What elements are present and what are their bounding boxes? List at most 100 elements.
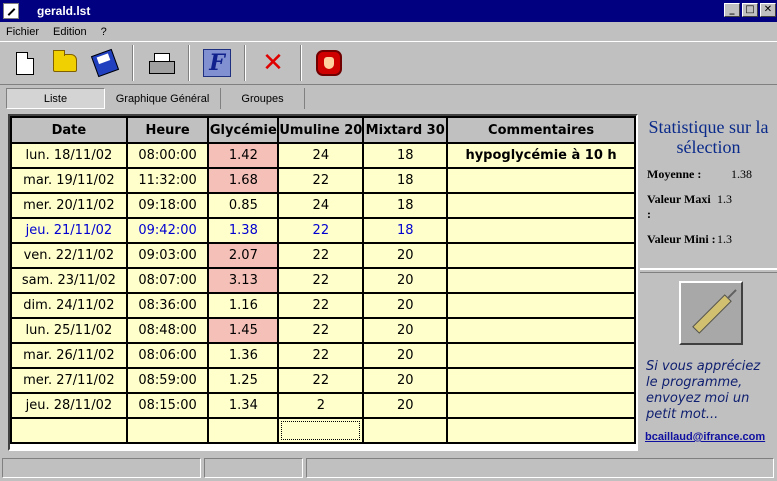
cell-mixtard[interactable]: 20 [362, 392, 449, 419]
close-button[interactable]: ✕ [760, 3, 776, 17]
cell-heure[interactable]: 09:18:00 [125, 192, 210, 219]
cell-heure[interactable]: 08:06:00 [125, 342, 210, 369]
cell-commentaires[interactable] [446, 317, 636, 344]
cell-mixtard[interactable]: 18 [362, 142, 449, 169]
cell-heure[interactable]: 09:03:00 [125, 242, 210, 269]
cell-mixtard[interactable]: 20 [362, 317, 449, 344]
column-header-mixtard[interactable]: Mixtard 30 [362, 116, 449, 144]
cell-mixtard[interactable]: 20 [362, 242, 449, 269]
table-row[interactable]: ven. 22/11/02 09:03:00 2.07 22 20 [10, 242, 636, 269]
table-row[interactable]: mar. 26/11/02 08:06:00 1.36 22 20 [10, 342, 636, 369]
cell-glycemie[interactable] [207, 417, 280, 444]
table-row[interactable]: mar. 19/11/02 11:32:00 1.68 22 18 [10, 167, 636, 194]
app-icon[interactable] [3, 3, 19, 19]
data-grid[interactable]: Date Heure Glycémie Umuline 20 Mixtard 3… [8, 114, 638, 451]
table-row[interactable]: sam. 23/11/02 08:07:00 3.13 22 20 [10, 267, 636, 294]
table-row[interactable]: mer. 27/11/02 08:59:00 1.25 22 20 [10, 367, 636, 394]
cell-mixtard[interactable]: 20 [362, 342, 449, 369]
menu-fichier[interactable]: Fichier [4, 26, 41, 38]
cell-glycemie[interactable]: 1.45 [207, 317, 280, 344]
cell-date[interactable]: jeu. 21/11/02 [10, 217, 128, 244]
table-row[interactable]: dim. 24/11/02 08:36:00 1.16 22 20 [10, 292, 636, 319]
cell-commentaires[interactable]: hypoglycémie à 10 h [446, 142, 636, 169]
save-file-button[interactable] [88, 46, 122, 80]
cell-heure[interactable]: 11:32:00 [125, 167, 210, 194]
tab-liste[interactable]: Liste [6, 88, 105, 109]
cell-date[interactable]: mer. 27/11/02 [10, 367, 128, 394]
cell-commentaires[interactable] [446, 367, 636, 394]
cell-glycemie[interactable]: 0.85 [207, 192, 280, 219]
cell-umuline[interactable]: 22 [277, 267, 365, 294]
cell-commentaires[interactable] [446, 192, 636, 219]
column-header-date[interactable]: Date [10, 116, 128, 144]
cell-commentaires[interactable] [446, 242, 636, 269]
cell-umuline[interactable] [277, 417, 365, 444]
cell-umuline[interactable]: 22 [277, 317, 365, 344]
cell-glycemie[interactable]: 2.07 [207, 242, 280, 269]
table-row[interactable]: mer. 20/11/02 09:18:00 0.85 24 18 [10, 192, 636, 219]
quit-button[interactable] [312, 46, 346, 80]
cell-commentaires[interactable] [446, 267, 636, 294]
cell-umuline[interactable]: 22 [277, 167, 365, 194]
delete-button[interactable]: ✕ [256, 46, 290, 80]
cell-mixtard[interactable]: 18 [362, 217, 449, 244]
maximize-button[interactable]: □ [742, 3, 758, 17]
column-header-glycemie[interactable]: Glycémie [207, 116, 280, 144]
cell-umuline[interactable]: 22 [277, 217, 365, 244]
menu-edition[interactable]: Edition [51, 26, 89, 38]
table-row[interactable]: jeu. 21/11/02 09:42:00 1.38 22 18 [10, 217, 636, 244]
cell-date[interactable]: dim. 24/11/02 [10, 292, 128, 319]
cell-date[interactable]: mar. 19/11/02 [10, 167, 128, 194]
cell-commentaires[interactable] [446, 167, 636, 194]
cell-commentaires[interactable] [446, 217, 636, 244]
tab-groupes[interactable]: Groupes [221, 88, 305, 109]
contact-email-link[interactable]: bcaillaud@ifrance.com [645, 431, 765, 443]
table-row[interactable] [10, 417, 636, 444]
cell-date[interactable]: mar. 26/11/02 [10, 342, 128, 369]
column-header-commentaires[interactable]: Commentaires [446, 116, 636, 144]
cell-glycemie[interactable]: 1.16 [207, 292, 280, 319]
table-row[interactable]: lun. 25/11/02 08:48:00 1.45 22 20 [10, 317, 636, 344]
cell-commentaires[interactable] [446, 417, 636, 444]
cell-mixtard[interactable]: 20 [362, 367, 449, 394]
cell-commentaires[interactable] [446, 392, 636, 419]
cell-glycemie[interactable]: 1.25 [207, 367, 280, 394]
cell-heure[interactable] [125, 417, 210, 444]
cell-heure[interactable]: 08:15:00 [125, 392, 210, 419]
print-button[interactable] [144, 46, 178, 80]
cell-commentaires[interactable] [446, 292, 636, 319]
font-button[interactable]: F [200, 46, 234, 80]
cell-umuline[interactable]: 22 [277, 342, 365, 369]
cell-glycemie[interactable]: 1.42 [207, 142, 280, 169]
cell-umuline[interactable]: 22 [277, 367, 365, 394]
cell-mixtard[interactable]: 18 [362, 167, 449, 194]
cell-glycemie[interactable]: 1.38 [207, 217, 280, 244]
cell-umuline[interactable]: 2 [277, 392, 365, 419]
cell-mixtard[interactable]: 18 [362, 192, 449, 219]
column-header-umuline[interactable]: Umuline 20 [277, 116, 365, 144]
cell-date[interactable]: mer. 20/11/02 [10, 192, 128, 219]
cell-date[interactable] [10, 417, 128, 444]
table-row[interactable]: jeu. 28/11/02 08:15:00 1.34 2 20 [10, 392, 636, 419]
minimize-button[interactable]: _ [724, 3, 740, 17]
cell-date[interactable]: lun. 25/11/02 [10, 317, 128, 344]
cell-commentaires[interactable] [446, 342, 636, 369]
cell-heure[interactable]: 08:48:00 [125, 317, 210, 344]
cell-umuline[interactable]: 22 [277, 292, 365, 319]
cell-heure[interactable]: 08:59:00 [125, 367, 210, 394]
open-file-button[interactable] [48, 46, 82, 80]
cell-date[interactable]: sam. 23/11/02 [10, 267, 128, 294]
syringe-button[interactable] [679, 281, 743, 345]
cell-glycemie[interactable]: 1.68 [207, 167, 280, 194]
menu-help[interactable]: ? [99, 26, 109, 38]
cell-glycemie[interactable]: 1.34 [207, 392, 280, 419]
cell-mixtard[interactable]: 20 [362, 292, 449, 319]
cell-date[interactable]: ven. 22/11/02 [10, 242, 128, 269]
column-header-heure[interactable]: Heure [125, 116, 210, 144]
tab-graphique-general[interactable]: Graphique Général [105, 88, 221, 109]
cell-heure[interactable]: 08:36:00 [125, 292, 210, 319]
cell-glycemie[interactable]: 1.36 [207, 342, 280, 369]
new-file-button[interactable] [8, 46, 42, 80]
cell-date[interactable]: jeu. 28/11/02 [10, 392, 128, 419]
cell-umuline[interactable]: 24 [277, 142, 365, 169]
